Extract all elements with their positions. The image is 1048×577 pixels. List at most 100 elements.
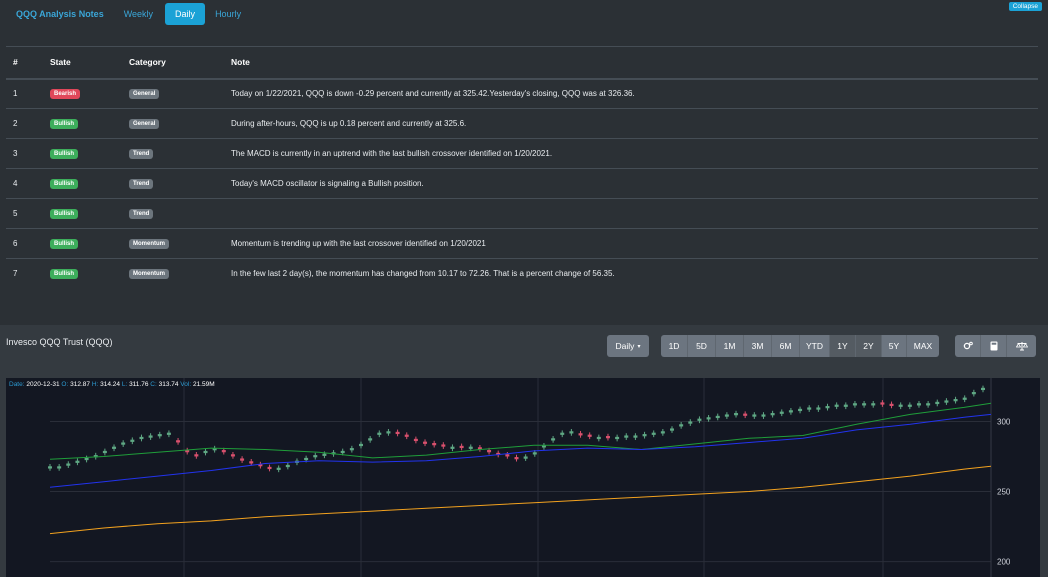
candle-body [75, 460, 80, 463]
candle-body [834, 404, 839, 407]
range-5d-button[interactable]: 5D [688, 335, 716, 357]
interval-dropdown[interactable]: Daily ▾ [607, 335, 649, 357]
candle-body [981, 387, 985, 391]
row-number: 4 [6, 168, 50, 199]
candle-body [889, 403, 894, 407]
candle-body [962, 397, 967, 400]
state-badge: Bearish [50, 89, 81, 100]
candle-body [468, 446, 473, 449]
candle-body [825, 406, 830, 409]
legend-open: 312.87 [70, 381, 90, 388]
row-number: 3 [6, 138, 50, 169]
candle-body [157, 434, 162, 437]
state-badge: Bullish [50, 119, 79, 129]
category-badge: Trend [129, 149, 154, 159]
candle-body [715, 415, 720, 419]
candle-body [48, 466, 52, 469]
notes-table: # State Category Note 1 Bearish General … [6, 46, 1038, 289]
candle-body [203, 450, 208, 454]
candle-body [130, 439, 135, 442]
range-1y-button[interactable]: 1Y [830, 335, 856, 357]
range-1m-button[interactable]: 1M [716, 335, 744, 357]
range-ytd-button[interactable]: YTD [800, 335, 830, 357]
range-3m-button[interactable]: 3M [744, 335, 772, 357]
legend-low: 311.76 [129, 381, 149, 388]
nav-link-weekly[interactable]: Weekly [114, 3, 163, 25]
collapse-button[interactable]: Collapse [1008, 2, 1042, 11]
table-row: 6 Bullish Momentum Momentum is trending … [6, 228, 1038, 259]
legend-date-label: Date: [9, 381, 25, 388]
caret-down-icon: ▾ [637, 343, 641, 350]
chart-title: Invesco QQQ Trust (QQQ) [6, 337, 113, 347]
candle-body [880, 402, 885, 405]
candle-body [752, 414, 757, 417]
candle-body [743, 413, 748, 416]
legend-volume: 21.59M [192, 381, 215, 388]
candle-body [843, 404, 848, 407]
legend-close-label: C: [150, 381, 157, 388]
candle-body [798, 408, 803, 412]
candle-body [807, 407, 812, 410]
candle-body [413, 438, 418, 442]
category-badge: General [129, 89, 160, 100]
category-badge: General [129, 119, 160, 129]
legend-open-label: O: [61, 381, 69, 388]
candle-body [642, 434, 647, 437]
category-badge: Momentum [129, 269, 169, 280]
candle-body [761, 414, 766, 417]
price-chart-svg: 300 250 200 [48, 378, 1011, 577]
calculator-icon[interactable] [981, 335, 1007, 357]
brand-title[interactable]: QQQ Analysis Notes [16, 9, 104, 19]
note-text: The MACD is currently in an uptrend with… [231, 138, 1038, 169]
nav-link-hourly[interactable]: Hourly [205, 3, 251, 25]
candle-body [276, 467, 281, 470]
range-5y-button[interactable]: 5Y [882, 335, 907, 357]
price-chart[interactable]: 300 250 200 Date: 2020-12-31 O: 312.87 H: … [6, 378, 1040, 577]
candle-body [313, 455, 318, 458]
candle-body [971, 392, 976, 395]
candle-body [221, 450, 226, 453]
candle-body [57, 466, 62, 469]
state-badge: Bullish [50, 269, 79, 280]
candle-body [386, 431, 391, 434]
candle-body [560, 432, 565, 435]
candle-body [395, 431, 400, 435]
table-row: 5 Bullish Trend [6, 198, 1038, 229]
scale-icon[interactable] [1007, 335, 1036, 357]
table-row: 7 Bullish Momentum In the few last 2 day… [6, 258, 1038, 289]
state-badge: Bullish [50, 149, 79, 159]
top-nav: QQQ Analysis Notes Weekly Daily Hourly C… [0, 0, 1048, 28]
note-text [231, 198, 1038, 229]
candle-body [770, 413, 775, 416]
range-2y-button[interactable]: 2Y [856, 335, 882, 357]
range-1d-button[interactable]: 1D [661, 335, 688, 357]
candle-body [605, 436, 610, 439]
legend-high: 314.24 [100, 381, 121, 388]
candle-body [523, 456, 528, 459]
settings-icon[interactable] [955, 335, 981, 357]
candle-body [304, 457, 309, 461]
note-text: Today's MACD oscillator is signaling a B… [231, 168, 1038, 199]
table-row: 4 Bullish Trend Today's MACD oscillator … [6, 168, 1038, 199]
note-text: During after-hours, QQQ is up 0.18 perce… [231, 108, 1038, 139]
candle-body [862, 403, 867, 406]
candle-body [112, 446, 117, 449]
candle-body [404, 434, 409, 437]
candle-body [139, 436, 144, 440]
col-header-number: # [6, 46, 50, 80]
range-max-button[interactable]: MAX [907, 335, 939, 357]
candle-body [166, 432, 171, 435]
table-row: 3 Bullish Trend The MACD is currently in… [6, 138, 1038, 169]
row-number: 6 [6, 228, 50, 259]
candle-body [788, 410, 793, 413]
candle-body [423, 441, 428, 444]
nav-link-daily[interactable]: Daily [165, 3, 206, 25]
col-header-state: State [50, 46, 129, 80]
range-6m-button[interactable]: 6M [772, 335, 800, 357]
candle-body [340, 450, 345, 454]
candle-body [633, 435, 638, 438]
candle-body [66, 463, 71, 466]
candle-body [569, 431, 574, 434]
state-badge: Bullish [50, 179, 79, 189]
note-text: In the few last 2 day(s), the momentum h… [231, 258, 1038, 289]
